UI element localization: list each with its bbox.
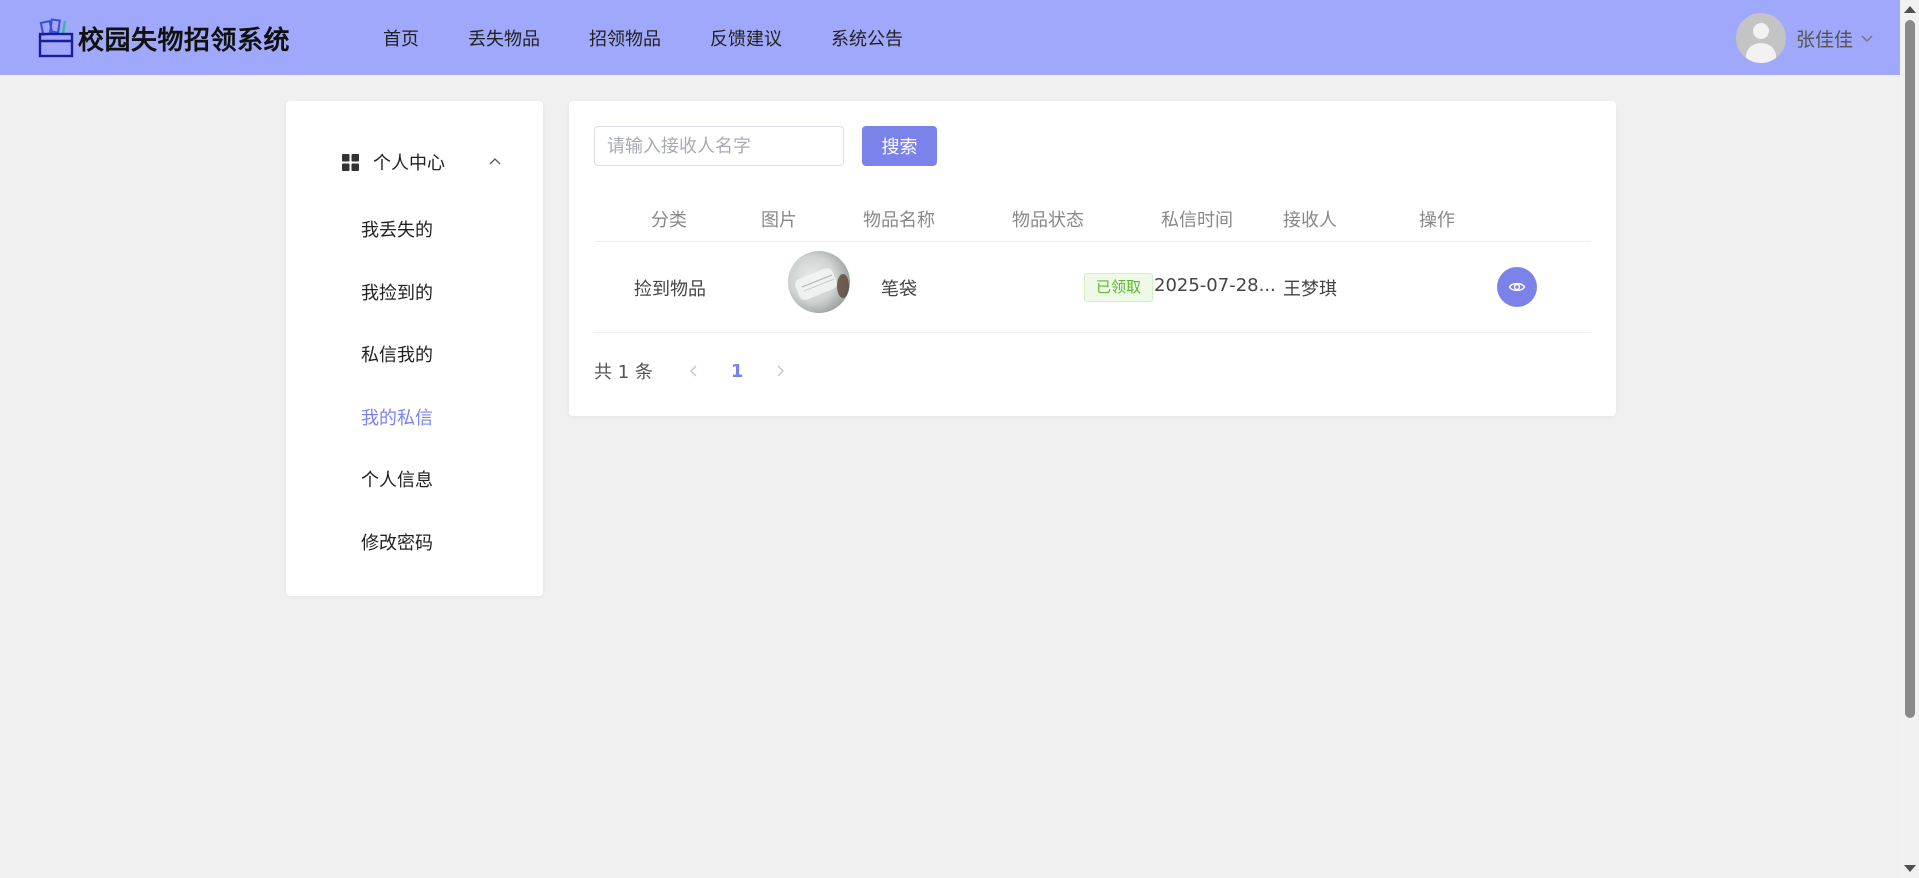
- search-button[interactable]: 搜索: [862, 126, 937, 166]
- sidebar-item-change-password[interactable]: 修改密码: [361, 529, 433, 555]
- column-header-item-name: 物品名称: [863, 210, 935, 231]
- main-nav: 首页 丢失物品 招领物品 反馈建议 系统公告: [383, 0, 952, 75]
- eye-icon: [1508, 282, 1526, 292]
- nav-found-items[interactable]: 招领物品: [589, 25, 661, 51]
- sidebar-item-my-found[interactable]: 我捡到的: [361, 279, 433, 305]
- sidebar: 个人中心 我丢失的 我捡到的 私信我的 我的私信 个人信息 修改密码: [286, 101, 543, 596]
- user-menu[interactable]: 张佳佳: [1736, 13, 1875, 63]
- chevron-down-icon: [1861, 35, 1873, 42]
- nav-lost-items[interactable]: 丢失物品: [468, 25, 540, 51]
- chevron-right-icon[interactable]: [773, 364, 787, 378]
- avatar-body-shape: [1746, 43, 1776, 63]
- item-photo-icon: [795, 268, 849, 300]
- lost-found-box-icon: [38, 18, 74, 58]
- user-name: 张佳佳: [1796, 28, 1854, 51]
- cell-message-time: 2025-07-28...: [1154, 275, 1276, 296]
- app-title: 校园失物招领系统: [78, 25, 291, 56]
- default-avatar-icon: [1753, 23, 1769, 39]
- page-scrollbar[interactable]: [1900, 0, 1919, 878]
- page-root: 校园失物招领系统 首页 丢失物品 招领物品 反馈建议 系统公告 张佳佳 个人中心…: [0, 0, 1919, 878]
- sidebar-item-my-lost[interactable]: 我丢失的: [361, 216, 433, 242]
- nav-announcements[interactable]: 系统公告: [831, 25, 903, 51]
- messages-table: 分类 图片 物品名称 物品状态 私信时间 接收人 操作 捡到物品 笔袋 已领取 …: [594, 196, 1591, 333]
- sidebar-item-my-messages[interactable]: 我的私信: [361, 404, 433, 430]
- column-header-category: 分类: [651, 210, 687, 231]
- column-header-receiver: 接收人: [1283, 210, 1337, 231]
- cell-item-name: 笔袋: [881, 279, 917, 300]
- pagination-total: 共 1 条: [594, 362, 653, 383]
- scroll-up-arrow-icon[interactable]: [1904, 6, 1916, 13]
- view-button[interactable]: [1497, 267, 1537, 307]
- receiver-search-input[interactable]: [594, 126, 844, 166]
- avatar[interactable]: [1736, 13, 1786, 63]
- item-thumbnail[interactable]: [788, 251, 850, 313]
- sidebar-group-label: 个人中心: [373, 153, 445, 174]
- app-logo[interactable]: 校园失物招领系统: [38, 17, 290, 59]
- chevron-left-icon[interactable]: [687, 364, 701, 378]
- pagination-page[interactable]: 1: [731, 361, 744, 382]
- sidebar-group-personal-center[interactable]: 个人中心: [342, 149, 502, 175]
- table-header: 分类 图片 物品名称 物品状态 私信时间 接收人 操作: [594, 196, 1591, 242]
- scroll-down-arrow-icon[interactable]: [1904, 865, 1916, 872]
- table-row: 捡到物品 笔袋 已领取 2025-07-28... 王梦琪: [594, 242, 1591, 333]
- sidebar-item-messages-to-me[interactable]: 私信我的: [361, 341, 433, 367]
- top-header: 校园失物招领系统 首页 丢失物品 招领物品 反馈建议 系统公告 张佳佳: [0, 0, 1900, 75]
- nav-home[interactable]: 首页: [383, 25, 419, 51]
- cell-category: 捡到物品: [634, 279, 706, 300]
- pagination: 共 1 条 1: [594, 359, 787, 383]
- status-badge: 已领取: [1084, 273, 1154, 302]
- nav-feedback[interactable]: 反馈建议: [710, 25, 782, 51]
- column-header-actions: 操作: [1419, 210, 1455, 231]
- chevron-up-icon: [489, 158, 501, 165]
- grid-icon: [342, 153, 359, 171]
- scrollbar-thumb[interactable]: [1905, 20, 1915, 718]
- sidebar-item-profile[interactable]: 个人信息: [361, 466, 433, 492]
- cell-receiver: 王梦琪: [1283, 279, 1337, 300]
- column-header-message-time: 私信时间: [1161, 210, 1233, 231]
- messages-panel: 搜索 分类 图片 物品名称 物品状态 私信时间 接收人 操作 捡到物品: [569, 101, 1616, 416]
- column-header-item-status: 物品状态: [1012, 210, 1084, 231]
- column-header-image: 图片: [761, 210, 797, 231]
